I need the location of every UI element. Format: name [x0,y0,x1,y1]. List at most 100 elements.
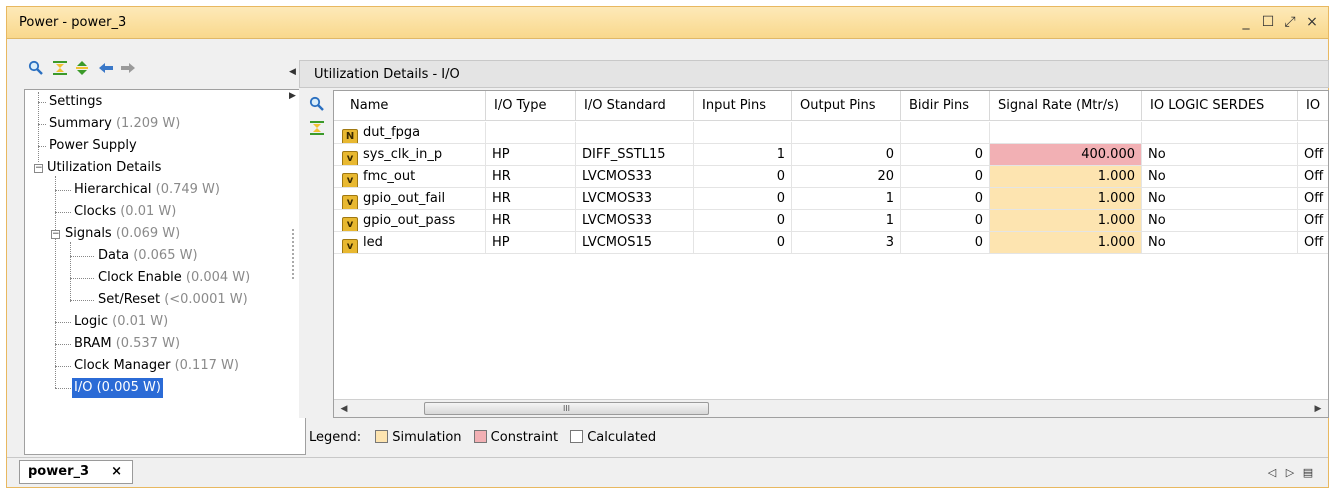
tree-item-io[interactable]: I/O (0.005 W) [72,378,163,398]
legend: Legend: Simulation Constraint Calculated [309,428,656,448]
minimize-button[interactable]: _ [1237,13,1255,31]
col-io-type[interactable]: I/O Type [486,91,576,121]
tree-item-label: BRAM [74,336,112,351]
scroll-left-arrow-icon[interactable]: ◀ [336,401,352,417]
tree-connector [55,388,71,389]
scrollbar-grip: III [562,404,571,413]
collapse-all-icon[interactable] [51,60,69,78]
row-name: led [363,235,383,250]
cell-output-pins: 3 [792,232,901,254]
tree-item-label: Power Supply [49,138,137,153]
tree-item-label: Settings [49,94,103,109]
tree-connector [55,190,71,191]
tree-item-data[interactable]: Data (0.065 W) [98,246,198,266]
tab-power-3[interactable]: power_3 × [19,460,133,484]
tree-item-summary[interactable]: Summary (1.209 W) [49,114,180,134]
port-icon: v [342,217,358,231]
cell-serdes: No [1142,188,1298,210]
table-row[interactable]: Ndut_fpga [334,122,1328,144]
col-bidir-pins[interactable]: Bidir Pins [901,91,990,121]
port-icon: v [342,239,358,253]
scrollbar-thumb[interactable]: III [424,402,709,415]
table-row[interactable]: v gpio_out_fail HR LVCMOS33 0 1 0 1.000 N… [334,188,1328,210]
cell-bidir-pins [901,122,990,144]
forward-arrow-icon[interactable] [119,60,137,78]
splitter-handle[interactable] [292,229,294,279]
expand-right-arrow-icon[interactable]: ▶ [289,91,296,101]
tab-list-icon[interactable]: ▤ [1301,466,1315,479]
tree-connector [55,176,56,388]
tree-item-set-reset[interactable]: Set/Reset (<0.0001 W) [98,290,248,310]
power-window: Power - power_3 _ ☐ ⤢ × − − Settings Sum… [6,6,1329,488]
cell-io-type: HP [486,232,576,254]
maximize-button[interactable]: ☐ [1259,13,1277,31]
cell-signal-rate[interactable]: 400.000 [990,144,1142,166]
tree-item-label: I/O [74,380,93,395]
cell-io-standard: LVCMOS15 [576,232,694,254]
tree-item-power-supply[interactable]: Power Supply [49,136,137,156]
table-row[interactable]: v fmc_out HR LVCMOS33 0 20 0 1.000 No Off [334,166,1328,188]
tree-item-signals[interactable]: Signals (0.069 W) [65,224,180,244]
tree-item-hierarchical[interactable]: Hierarchical (0.749 W) [74,180,220,200]
tree-connector [38,124,46,125]
tree-item-label: Logic [74,314,108,329]
col-output-pins[interactable]: Output Pins [792,91,901,121]
table-row[interactable]: v sys_clk_in_p HP DIFF_SSTL15 1 0 0 400.0… [334,144,1328,166]
cell-signal-rate[interactable]: 1.000 [990,188,1142,210]
table-header: Name I/O Type I/O Standard Input Pins Ou… [334,91,1328,121]
tab-next-icon[interactable]: ▷ [1283,466,1297,479]
col-signal-rate[interactable]: Signal Rate (Mtr/s) [990,91,1142,121]
tree-connector [38,146,46,147]
col-io-logic-serdes[interactable]: IO LOGIC SERDES [1142,91,1298,121]
tree-item-label: Data [98,248,130,263]
cell-bidir-pins: 0 [901,166,990,188]
tab-label: power_3 [28,464,90,479]
tree-item-clock-enable[interactable]: Clock Enable (0.004 W) [98,268,250,288]
horizontal-scrollbar[interactable]: ◀ III ▶ [334,399,1328,417]
col-io[interactable]: IO [1298,91,1328,121]
cell-input-pins: 0 [694,232,792,254]
col-name[interactable]: Name [334,91,486,121]
cell-io-standard: LVCMOS33 [576,210,694,232]
tree-item-utilization-details[interactable]: Utilization Details [47,158,161,178]
legend-swatch-constraint [473,430,487,443]
tree-connector [70,256,94,257]
bottom-tab-bar: power_3 × ◁ ▷ ▤ [7,457,1328,487]
table-row[interactable]: v gpio_out_pass HR LVCMOS33 0 1 0 1.000 N… [334,210,1328,232]
close-button[interactable]: × [1303,13,1321,31]
search-icon[interactable] [308,96,326,114]
search-icon[interactable] [27,60,45,78]
cell-serdes: No [1142,166,1298,188]
col-input-pins[interactable]: Input Pins [694,91,792,121]
expand-all-icon[interactable] [73,60,91,78]
cell-signal-rate[interactable]: 1.000 [990,166,1142,188]
cell-signal-rate[interactable]: 1.000 [990,232,1142,254]
tree-connector [70,242,71,302]
float-button[interactable]: ⤢ [1281,13,1299,31]
collapse-utilization-toggle[interactable]: − [34,164,43,173]
cell-serdes [1142,122,1298,144]
scroll-right-arrow-icon[interactable]: ▶ [1310,401,1326,417]
col-io-standard[interactable]: I/O Standard [576,91,694,121]
tree-item-label: Hierarchical [74,182,152,197]
collapse-all-icon[interactable] [308,120,326,138]
back-arrow-icon[interactable] [97,60,115,78]
cell-io-type [486,122,576,144]
tree-item-bram[interactable]: BRAM (0.537 W) [74,334,180,354]
tree-item-clock-manager[interactable]: Clock Manager (0.117 W) [74,356,239,376]
collapse-left-arrow-icon[interactable]: ◀ [289,67,296,77]
tree-item-settings[interactable]: Settings [49,92,102,112]
close-tab-icon[interactable]: × [111,461,122,483]
cell-bidir-pins: 0 [901,210,990,232]
collapse-signals-toggle[interactable]: − [51,230,60,239]
legend-swatch-simulation [375,430,389,443]
tab-prev-icon[interactable]: ◁ [1265,466,1279,479]
tree-item-clocks[interactable]: Clocks (0.01 W) [74,202,176,222]
cell-output-pins: 1 [792,188,901,210]
tree-item-logic[interactable]: Logic (0.01 W) [74,312,168,332]
cell-signal-rate[interactable]: 1.000 [990,210,1142,232]
table-row[interactable]: v led HP LVCMOS15 0 3 0 1.000 No Off [334,232,1328,254]
cell-name: v fmc_out [334,166,486,188]
tree-connector [55,344,71,345]
legend-item-simulation: Simulation [392,430,462,445]
